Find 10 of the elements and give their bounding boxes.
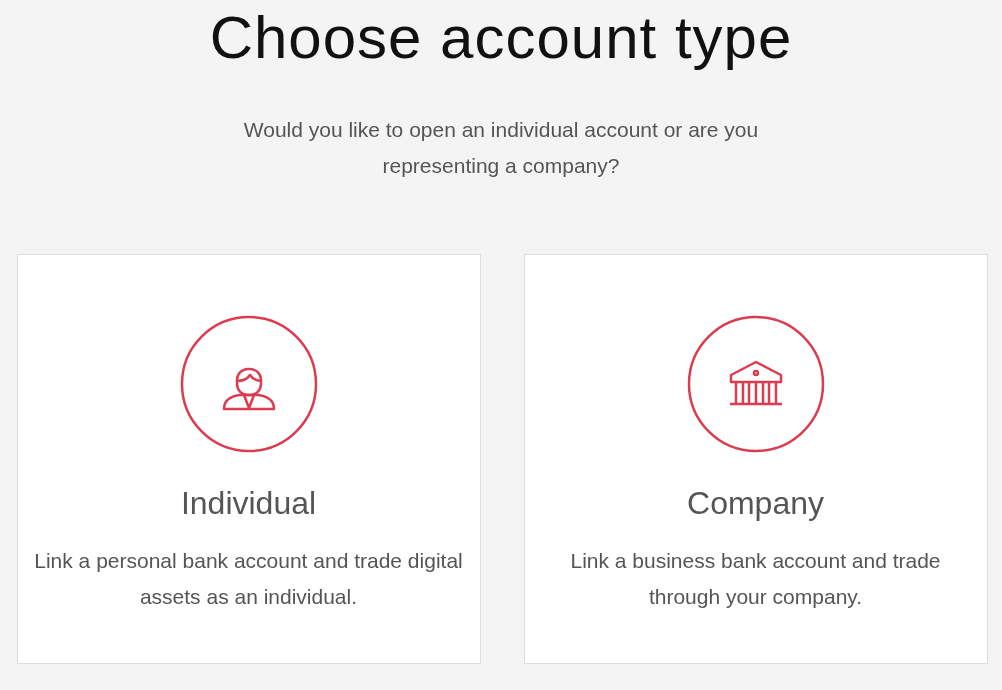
- bank-icon: [686, 315, 825, 453]
- card-description: Link a business bank account and trade through your company.: [569, 548, 942, 610]
- person-icon: [179, 315, 318, 453]
- page-title: Choose account type: [209, 3, 793, 73]
- card-title: Company: [687, 484, 824, 523]
- account-type-card[interactable]: Company Link a business bank account and trade through your company.: [523, 254, 988, 664]
- account-type-card[interactable]: Individual Link a personal bank account and trade digital assets as an individual.: [16, 254, 481, 664]
- card-description: Link a personal bank account and trade digital assets as an individual.: [33, 548, 464, 610]
- card-title: Individual: [180, 484, 317, 523]
- subtitle: Would you like to open an individual account or are you representing a company?: [242, 117, 760, 179]
